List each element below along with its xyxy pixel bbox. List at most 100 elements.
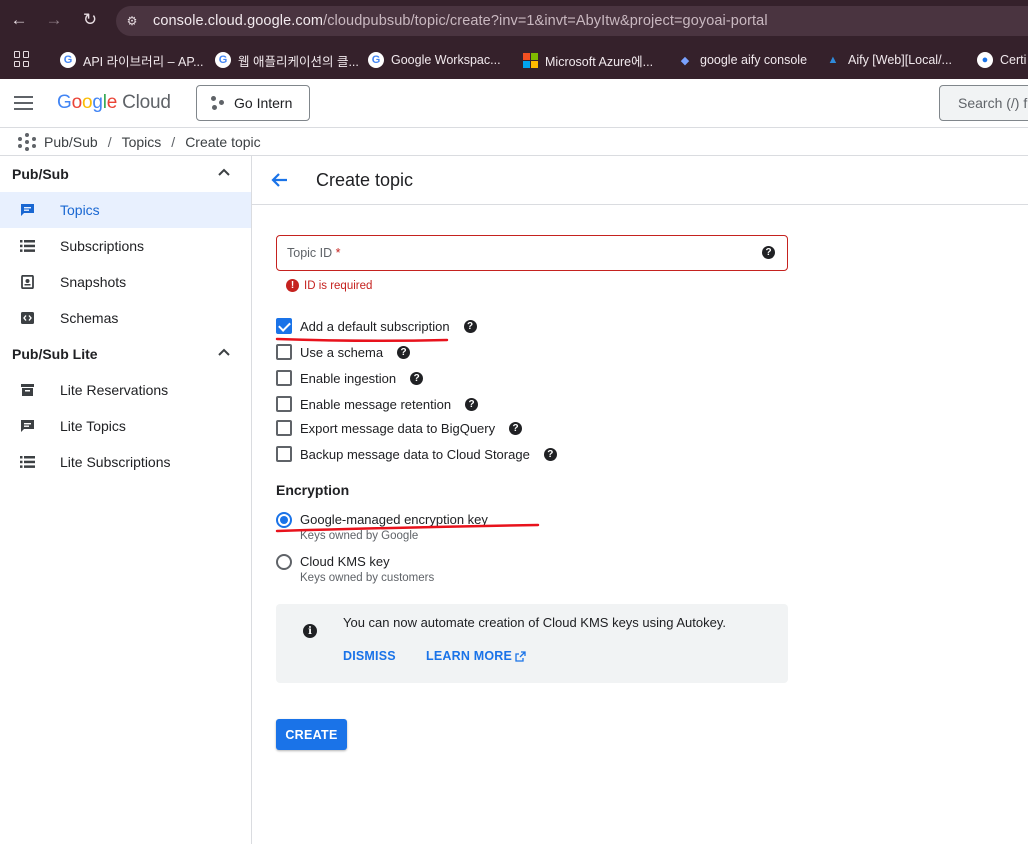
chevron-up-icon[interactable] xyxy=(217,166,231,180)
topic-id-label-text: Topic ID xyxy=(287,246,333,260)
help-icon[interactable]: ? xyxy=(543,447,557,461)
option-use-schema[interactable]: Use a schema ? xyxy=(276,342,411,362)
topic-id-input[interactable]: Topic ID * ? xyxy=(276,235,788,271)
sidebar-item-subscriptions[interactable]: Subscriptions xyxy=(0,228,251,264)
radio-sublabel: Keys owned by customers xyxy=(300,572,435,584)
search-input[interactable]: Search (/) f xyxy=(939,85,1028,121)
checkbox-backup-cloud-storage[interactable] xyxy=(276,446,292,462)
sidebar-item-label: Topics xyxy=(60,202,100,218)
forward-icon[interactable]: → xyxy=(43,9,65,31)
option-label: Enable ingestion xyxy=(300,370,397,386)
address-bar[interactable]: ⚙ console.cloud.google.com/cloudpubsub/t… xyxy=(116,6,1028,36)
bookmark-item[interactable]: G API 라이브러리 – AP... xyxy=(60,51,204,69)
schema-icon xyxy=(21,312,34,324)
apple-favicon-icon: ● xyxy=(977,52,993,68)
checkbox-enable-ingestion[interactable] xyxy=(276,370,292,386)
external-link-icon xyxy=(515,650,526,662)
google-cloud-logo[interactable]: Google Cloud xyxy=(57,92,171,114)
bookmark-item[interactable]: Microsoft Azure에... xyxy=(522,51,653,69)
checkbox-use-schema[interactable] xyxy=(276,344,292,360)
logo-google: Google xyxy=(57,92,118,113)
radio-label: Google-managed encryption key xyxy=(300,512,488,527)
bookmark-item[interactable]: ● Certi xyxy=(977,51,1026,69)
option-default-subscription[interactable]: Add a default subscription ? xyxy=(276,316,477,336)
main-content: Create topic Topic ID * ? ! ID is requir… xyxy=(252,156,1028,844)
learn-more-link[interactable]: LEARN MORE xyxy=(426,649,526,663)
option-message-retention[interactable]: Enable message retention ? xyxy=(276,394,479,414)
bookmark-item[interactable]: ▲ Aify [Web][Local/... xyxy=(825,51,952,69)
sidebar-item-topics[interactable]: Topics xyxy=(0,192,251,228)
bookmark-label: Aify [Web][Local/... xyxy=(848,53,952,67)
sidebar-section-label: Pub/Sub Lite xyxy=(12,346,98,362)
bookmarks-bar: G API 라이브러리 – AP... G 웹 애플리케이션의 클... G Google… xyxy=(0,42,1028,79)
checkbox-default-subscription[interactable] xyxy=(276,318,292,334)
sidebar-item-snapshots[interactable]: Snapshots xyxy=(0,264,251,300)
notice-text: You can now automate creation of Cloud K… xyxy=(343,615,727,630)
help-icon[interactable]: ? xyxy=(762,246,775,259)
back-arrow-icon[interactable] xyxy=(270,170,290,190)
bookmark-label: Certi xyxy=(1000,53,1027,67)
help-icon[interactable]: ? xyxy=(509,421,523,435)
option-export-bigquery[interactable]: Export message data to BigQuery ? xyxy=(276,418,523,438)
site-settings-icon[interactable]: ⚙ xyxy=(124,13,140,29)
reload-icon[interactable]: ↻ xyxy=(79,9,101,31)
checkbox-message-retention[interactable] xyxy=(276,396,292,412)
radio-button[interactable] xyxy=(276,554,292,570)
chevron-up-icon[interactable] xyxy=(217,346,231,360)
pubsub-icon xyxy=(18,132,36,151)
autokey-notice: i You can now automate creation of Cloud… xyxy=(276,604,788,683)
sidebar-item-label: Lite Reservations xyxy=(60,382,169,398)
project-picker-button[interactable]: Go Intern xyxy=(196,85,310,121)
bookmark-item[interactable]: G 웹 애플리케이션의 클... xyxy=(215,51,359,69)
option-label: Export message data to BigQuery xyxy=(300,420,496,436)
bookmark-item[interactable]: G Google Workspac... xyxy=(368,51,501,69)
reservations-icon xyxy=(21,384,34,396)
checkbox-export-bigquery[interactable] xyxy=(276,420,292,436)
menu-icon[interactable] xyxy=(14,96,33,110)
google-favicon-icon: G xyxy=(215,52,231,68)
bookmark-item[interactable]: ◆ google aify console xyxy=(677,51,807,69)
url-text: console.cloud.google.com/cloudpubsub/top… xyxy=(153,13,768,29)
project-name: Go Intern xyxy=(234,95,293,111)
sidebar-section-pubsub[interactable]: Pub/Sub xyxy=(0,156,251,192)
sidebar-item-schemas[interactable]: Schemas xyxy=(0,300,251,336)
sidebar-item-lite-reservations[interactable]: Lite Reservations xyxy=(0,372,251,408)
breadcrumb-pubsub[interactable]: Pub/Sub xyxy=(44,134,98,150)
shield-favicon-icon: ◆ xyxy=(680,54,690,67)
url-host: console.cloud.google.com xyxy=(153,13,324,29)
sidebar-section-pubsub-lite[interactable]: Pub/Sub Lite xyxy=(0,336,251,372)
sidebar-item-lite-topics[interactable]: Lite Topics xyxy=(0,408,251,444)
error-icon: ! xyxy=(286,279,299,292)
dismiss-button[interactable]: DISMISS xyxy=(343,649,396,663)
breadcrumb-topics[interactable]: Topics xyxy=(122,134,162,150)
back-icon[interactable]: ← xyxy=(8,9,30,31)
topics-icon xyxy=(21,420,34,432)
sidebar-item-label: Lite Topics xyxy=(60,418,126,434)
bookmark-label: Microsoft Azure에... xyxy=(545,54,654,69)
sidebar-item-lite-subscriptions[interactable]: Lite Subscriptions xyxy=(0,444,251,480)
radio-cloud-kms-key[interactable]: Cloud KMS key Keys owned by customers xyxy=(276,553,434,584)
sidebar-item-label: Schemas xyxy=(60,310,119,326)
learn-more-label: LEARN MORE xyxy=(426,649,513,663)
search-placeholder: Search (/) f xyxy=(958,95,1028,111)
microsoft-favicon-icon xyxy=(522,52,538,68)
breadcrumb-separator: / xyxy=(171,133,176,150)
option-label: Add a default subscription xyxy=(300,318,450,334)
option-backup-cloud-storage[interactable]: Backup message data to Cloud Storage ? xyxy=(276,444,557,464)
info-icon: i xyxy=(303,624,317,638)
help-icon[interactable]: ? xyxy=(465,397,479,411)
help-icon[interactable]: ? xyxy=(410,371,424,385)
list-icon xyxy=(20,456,35,468)
help-icon[interactable]: ? xyxy=(463,319,477,333)
bookmark-label: 웹 애플리케이션의 클... xyxy=(238,54,359,69)
help-icon[interactable]: ? xyxy=(397,345,411,359)
create-button[interactable]: CREATE xyxy=(276,719,347,750)
option-label: Backup message data to Cloud Storage xyxy=(300,446,530,462)
radio-google-managed-key[interactable]: Google-managed encryption key Keys owned… xyxy=(276,511,488,542)
option-label: Enable message retention xyxy=(300,396,452,412)
radio-button[interactable] xyxy=(276,512,292,528)
option-enable-ingestion[interactable]: Enable ingestion ? xyxy=(276,368,424,388)
url-path: /cloudpubsub/topic/create?inv=1&invt=Aby… xyxy=(323,13,768,29)
page-header: Create topic xyxy=(252,156,1028,205)
list-icon xyxy=(20,240,35,252)
